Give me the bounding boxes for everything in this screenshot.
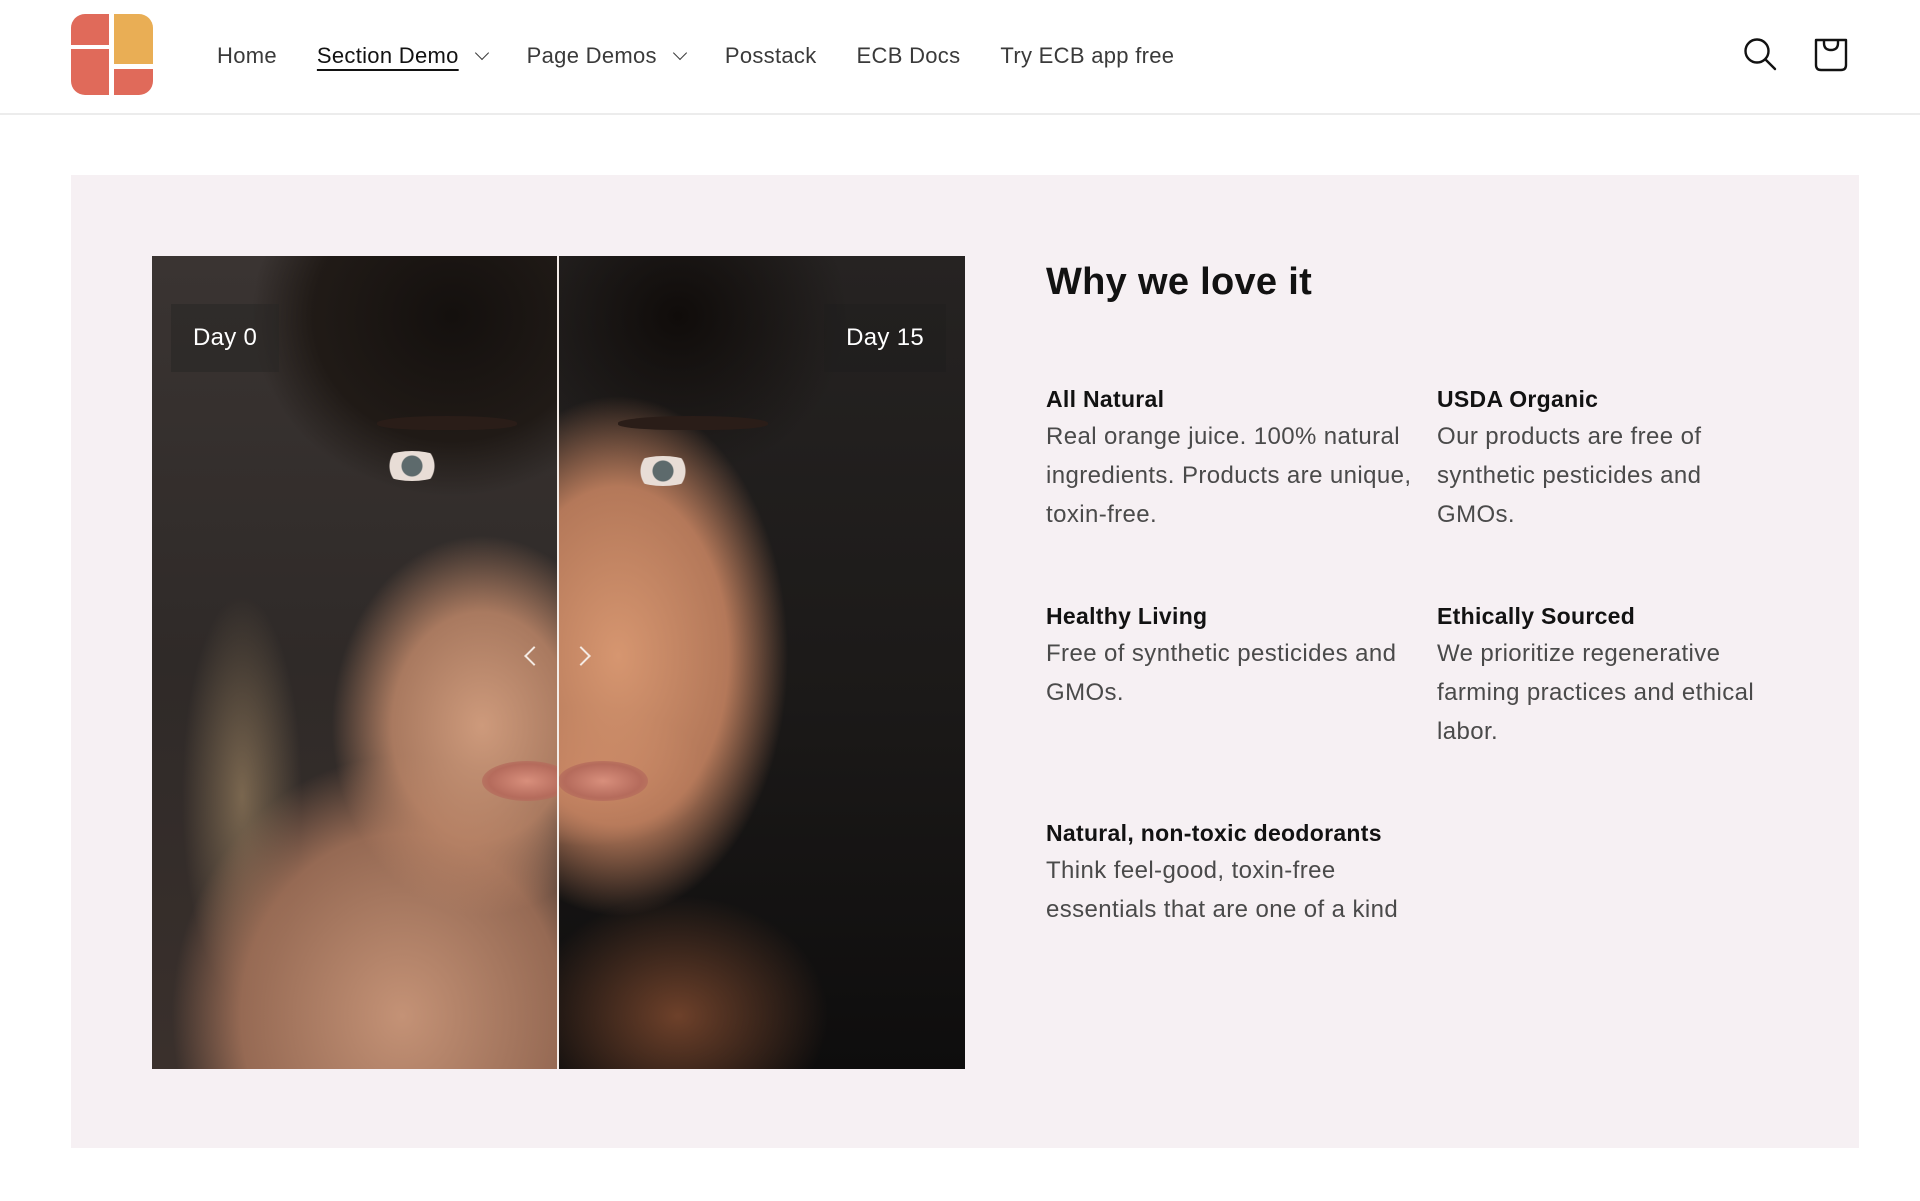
nav-item-home[interactable]: Home [217,43,277,69]
feature-text: Our products are free of synthetic pesti… [1437,423,1702,528]
cart-button[interactable] [1811,34,1851,74]
before-label: Day 0 [171,304,280,372]
site-header: Home Section Demo Page Demos Posstack EC… [0,0,1920,115]
feature-item: USDA Organic Our products are free of sy… [1437,381,1797,534]
feature-text: Real orange juice. 100% natural ingredie… [1046,423,1412,528]
nav-item-label: Page Demos [526,43,657,68]
features-content: Why we love it All Natural Real orange j… [1046,259,1806,929]
search-icon [1744,38,1777,71]
feature-item: All Natural Real orange juice. 100% natu… [1046,381,1437,534]
feature-title: Ethically Sourced [1437,603,1636,629]
feature-title: Healthy Living [1046,603,1208,629]
nav-item-section-demo[interactable]: Section Demo [316,43,489,69]
nav-item-ecb-docs[interactable]: ECB Docs [857,43,961,69]
feature-text: We prioritize regenerative farming pract… [1437,640,1755,745]
feature-item: Healthy Living Free of synthetic pestici… [1046,598,1437,751]
after-label: Day 15 [824,304,946,372]
section-title: Why we love it [1046,261,1313,303]
feature-title: Natural, non-toxic deodorants [1046,820,1382,846]
nav-item-posstack[interactable]: Posstack [725,43,817,69]
slider-handle-line[interactable] [557,256,559,1069]
cart-icon [1814,38,1848,72]
feature-text: Think feel-good, toxin-free essentials t… [1046,857,1399,923]
nav-item-label: ECB Docs [856,43,961,68]
logo-block [114,69,153,95]
feature-title: USDA Organic [1437,386,1599,412]
before-image [152,256,572,1069]
logo-block [114,14,153,64]
logo-block [71,49,109,95]
feature-item: Ethically Sourced We prioritize regenera… [1437,598,1797,751]
after-image [558,256,965,1069]
before-after-slider[interactable]: Day 0 Day 15 [152,256,965,1069]
chevron-down-icon [474,45,489,61]
image-detail [377,416,517,430]
nav-item-page-demos[interactable]: Page Demos [526,43,687,69]
feature-title: All Natural [1046,386,1165,412]
logo[interactable] [71,14,153,95]
nav-item-label: Try ECB app free [1000,43,1175,68]
logo-block [71,14,109,45]
image-detail [558,761,648,801]
feature-item: Natural, non-toxic deodorants Think feel… [1046,815,1437,929]
why-we-love-it-section: Day 0 Day 15 Why we love it All Natural … [71,175,1859,1148]
search-button[interactable] [1740,34,1780,74]
image-detail [618,416,768,430]
image-detail [628,456,698,486]
nav-item-try-ecb[interactable]: Try ECB app free [1000,43,1174,69]
feature-text: Free of synthetic pesticides and GMOs. [1046,640,1397,706]
nav-item-label: Home [217,43,277,68]
main-nav: Home Section Demo Page Demos Posstack EC… [217,38,1214,74]
nav-item-label: Section Demo [316,43,459,68]
image-detail [377,451,447,481]
nav-item-label: Posstack [724,43,817,68]
chevron-down-icon [672,45,687,61]
features-grid: All Natural Real orange juice. 100% natu… [1046,381,1806,929]
